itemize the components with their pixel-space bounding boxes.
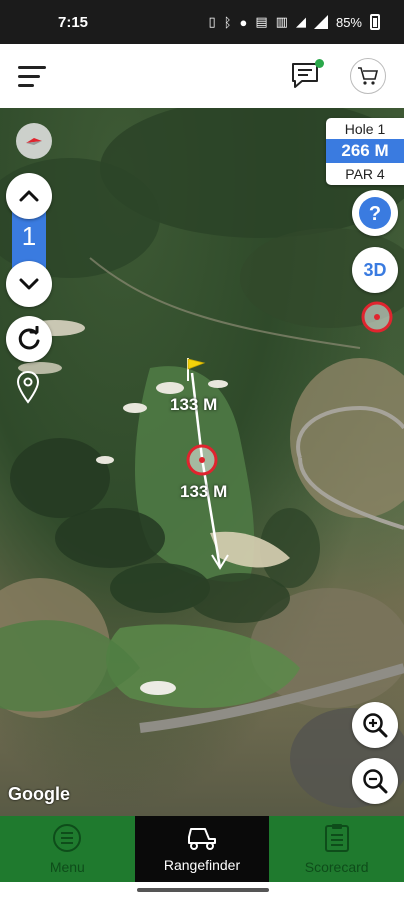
- nav-rangefinder[interactable]: Rangefinder: [134, 816, 270, 882]
- zoom-out-icon: [363, 769, 388, 794]
- chevron-down-icon: [19, 278, 39, 290]
- course-map[interactable]: 133 M 133 M Google: [0, 108, 404, 816]
- hole-label: Hole 1: [344, 121, 386, 137]
- next-hole-button[interactable]: [6, 173, 52, 219]
- hamburger-menu-icon[interactable]: [18, 64, 46, 88]
- location-pin-icon[interactable]: [16, 370, 40, 404]
- data-icon: ▤: [255, 14, 268, 29]
- nav-scorecard[interactable]: Scorecard: [269, 816, 404, 882]
- battery-icon: [370, 14, 380, 30]
- status-time: 7:15: [58, 13, 89, 31]
- svg-text:?: ?: [369, 203, 381, 225]
- help-icon: ?: [359, 197, 391, 229]
- chat-icon[interactable]: [290, 59, 324, 91]
- vibrate-icon: ▯: [208, 14, 216, 29]
- 3d-label: 3D: [363, 259, 387, 280]
- app-bar: [0, 44, 404, 108]
- app-bar-actions: [290, 58, 386, 94]
- volte-icon: ▥: [275, 14, 288, 29]
- flag-distance-label: 133 M: [170, 395, 218, 414]
- hole-info-card: Hole 1 266 M PAR 4: [326, 118, 404, 185]
- wifi-icon: ◢: [295, 14, 306, 29]
- notification-dot: [315, 59, 324, 68]
- hole-distance: 266 M: [326, 139, 404, 163]
- battery-percent: 85%: [335, 14, 362, 30]
- current-hole-number: 1: [21, 221, 37, 251]
- zoom-in-icon: [363, 713, 388, 738]
- nav-scorecard-label: Scorecard: [304, 859, 369, 875]
- scorecard-icon: [324, 824, 349, 852]
- compass-icon[interactable]: [16, 123, 52, 159]
- nav-menu-label: Menu: [49, 859, 85, 875]
- zoom-in-button[interactable]: [352, 702, 398, 748]
- menu-circle-icon: [53, 824, 82, 852]
- target-button-icon[interactable]: [360, 300, 394, 334]
- status-bar: 7:15 ▯ ᛒ ● ▤ ▥ ◢ 85%: [0, 0, 404, 44]
- previous-hole-button[interactable]: [6, 261, 52, 307]
- 3d-view-button[interactable]: 3D: [352, 247, 398, 293]
- bottom-nav: Menu Rangefinder Scorecard: [0, 816, 404, 882]
- google-logo: Google: [8, 784, 70, 804]
- location-icon: ●: [239, 14, 248, 30]
- refresh-icon: [18, 326, 40, 350]
- target-distance-label: 133 M: [180, 482, 228, 501]
- help-button[interactable]: ?: [352, 190, 398, 236]
- cart-icon[interactable]: [350, 58, 386, 94]
- bluetooth-icon: ᛒ: [223, 14, 232, 30]
- nav-menu[interactable]: Menu: [0, 816, 135, 882]
- golf-cart-icon: [188, 828, 216, 850]
- nav-rangefinder-label: Rangefinder: [163, 857, 241, 873]
- target-marker-icon[interactable]: [186, 444, 218, 476]
- home-indicator[interactable]: [137, 888, 269, 892]
- flag-icon[interactable]: [184, 356, 206, 382]
- hole-stepper: 1: [6, 173, 52, 307]
- signal-icon: [313, 15, 328, 29]
- refresh-button[interactable]: [6, 316, 52, 362]
- status-icons: ▯ ᛒ ● ▤ ▥ ◢ 85%: [209, 14, 380, 30]
- hole-par: PAR 4: [345, 166, 385, 182]
- chevron-up-icon: [19, 190, 39, 202]
- zoom-out-button[interactable]: [352, 758, 398, 804]
